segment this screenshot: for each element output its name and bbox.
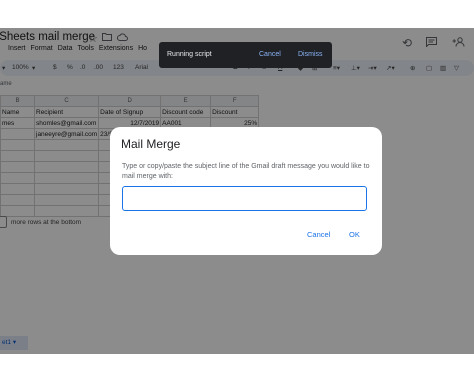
dialog-title: Mail Merge: [121, 137, 181, 151]
subject-line-input[interactable]: [122, 186, 367, 211]
toast-cancel-button[interactable]: Cancel: [259, 51, 281, 58]
dialog-message: Type or copy/paste the subject line of t…: [122, 163, 370, 180]
dialog-cancel-button[interactable]: Cancel: [307, 230, 330, 239]
toast-dismiss-button[interactable]: Dismiss: [298, 51, 323, 58]
running-script-toast: Running script Cancel Dismiss: [159, 42, 332, 68]
mail-merge-dialog: Mail Merge Type or copy/paste the subjec…: [110, 127, 382, 255]
toast-message: Running script: [167, 51, 212, 58]
dialog-ok-button[interactable]: OK: [349, 230, 360, 239]
